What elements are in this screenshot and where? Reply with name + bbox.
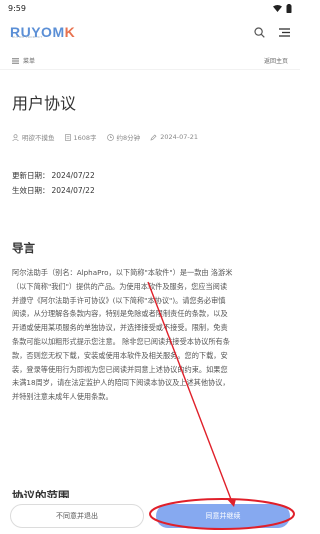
decline-button[interactable]: 不同意并退出 — [10, 504, 144, 528]
intro-line: 装，登录等使用行为即视为您已阅读并同意上述协议的约束。如果您 — [12, 364, 228, 374]
author-name[interactable]: 明欲不摸鱼 — [22, 132, 55, 142]
sub-nav: 菜单 返回主页 — [0, 52, 300, 70]
intro-paragraph: 阿尔法助手（别名：AlphaPro，以下简称"本软件"）是一款由 洛游米 （以下… — [12, 266, 288, 404]
status-time: 9:59 — [8, 3, 26, 13]
battery-icon — [286, 3, 292, 13]
intro-line: 开通或使用某项服务的单独协议，并选择接受或不接受。限制，免责 — [12, 323, 228, 333]
intro-line: 并遵守《阿尔法助手许可协议》(以下简称"本协议")。请您务必审慎 — [12, 295, 226, 305]
user-icon — [12, 133, 19, 141]
wifi-icon — [273, 4, 282, 12]
intro-line: 阅读，从分理解各条款内容，特别是免除或者限制责任的条款，以及 — [12, 309, 228, 319]
status-bar: 9:59 — [0, 0, 300, 16]
intro-line: 未满18周岁，请在法定监护人的陪同下阅读本协议及上述其他协议， — [12, 378, 230, 388]
updated-label: 更新日期： — [12, 171, 50, 180]
edit-icon — [150, 134, 157, 140]
word-count: 1608字 — [73, 134, 97, 142]
intro-line: 款，否则您无权下载，安装或使用本软件及相关服务。您的下载，安 — [12, 350, 228, 360]
logo-tagline: RUYOM PRODUCT — [12, 35, 43, 39]
logo-accent: K — [64, 24, 76, 40]
effective-value: 2024/07/22 — [51, 186, 95, 195]
app-header: RUYOMK RUYOM PRODUCT — [0, 18, 300, 46]
publish-date: 2024-07-21 — [160, 133, 198, 141]
home-link[interactable]: 返回主页 — [264, 56, 288, 65]
updated-value: 2024/07/22 — [51, 171, 95, 180]
intro-line: 并特别注意未成年人使用条款。 — [12, 392, 113, 402]
status-icons — [273, 3, 292, 13]
menu-label: 菜单 — [23, 58, 36, 65]
intro-line: 条款可能以加粗形式提示您注意。 除非您已阅读并接受本协议所有条 — [12, 336, 230, 346]
hamburger-menu-icon[interactable] — [279, 27, 290, 37]
page-title: 用户协议 — [12, 94, 77, 113]
menu-toggle[interactable]: 菜单 — [12, 56, 35, 65]
intro-line: （以下简称"我们"）提供的产品。为使用本软件及服务，您应当阅读 — [12, 281, 228, 291]
search-icon[interactable] — [254, 26, 265, 38]
read-time: 约8分钟 — [116, 134, 141, 142]
document-icon — [64, 133, 71, 141]
intro-heading: 导言 — [12, 241, 35, 255]
intro-line: 阿尔法助手（别名：AlphaPro，以下简称"本软件"）是一款由 洛游米 — [12, 268, 233, 277]
effective-label: 生效日期： — [12, 186, 50, 195]
accept-button[interactable]: 同意并继续 — [156, 504, 290, 528]
action-footer: 不同意并退出 同意并继续 — [0, 498, 300, 534]
article-meta: 明欲不摸鱼 1608字 约8分钟 2024-07-21 — [12, 132, 204, 142]
list-icon — [12, 57, 19, 64]
clock-icon — [106, 133, 114, 141]
date-info: 更新日期： 2024/07/22 生效日期： 2024/07/22 — [12, 168, 95, 198]
